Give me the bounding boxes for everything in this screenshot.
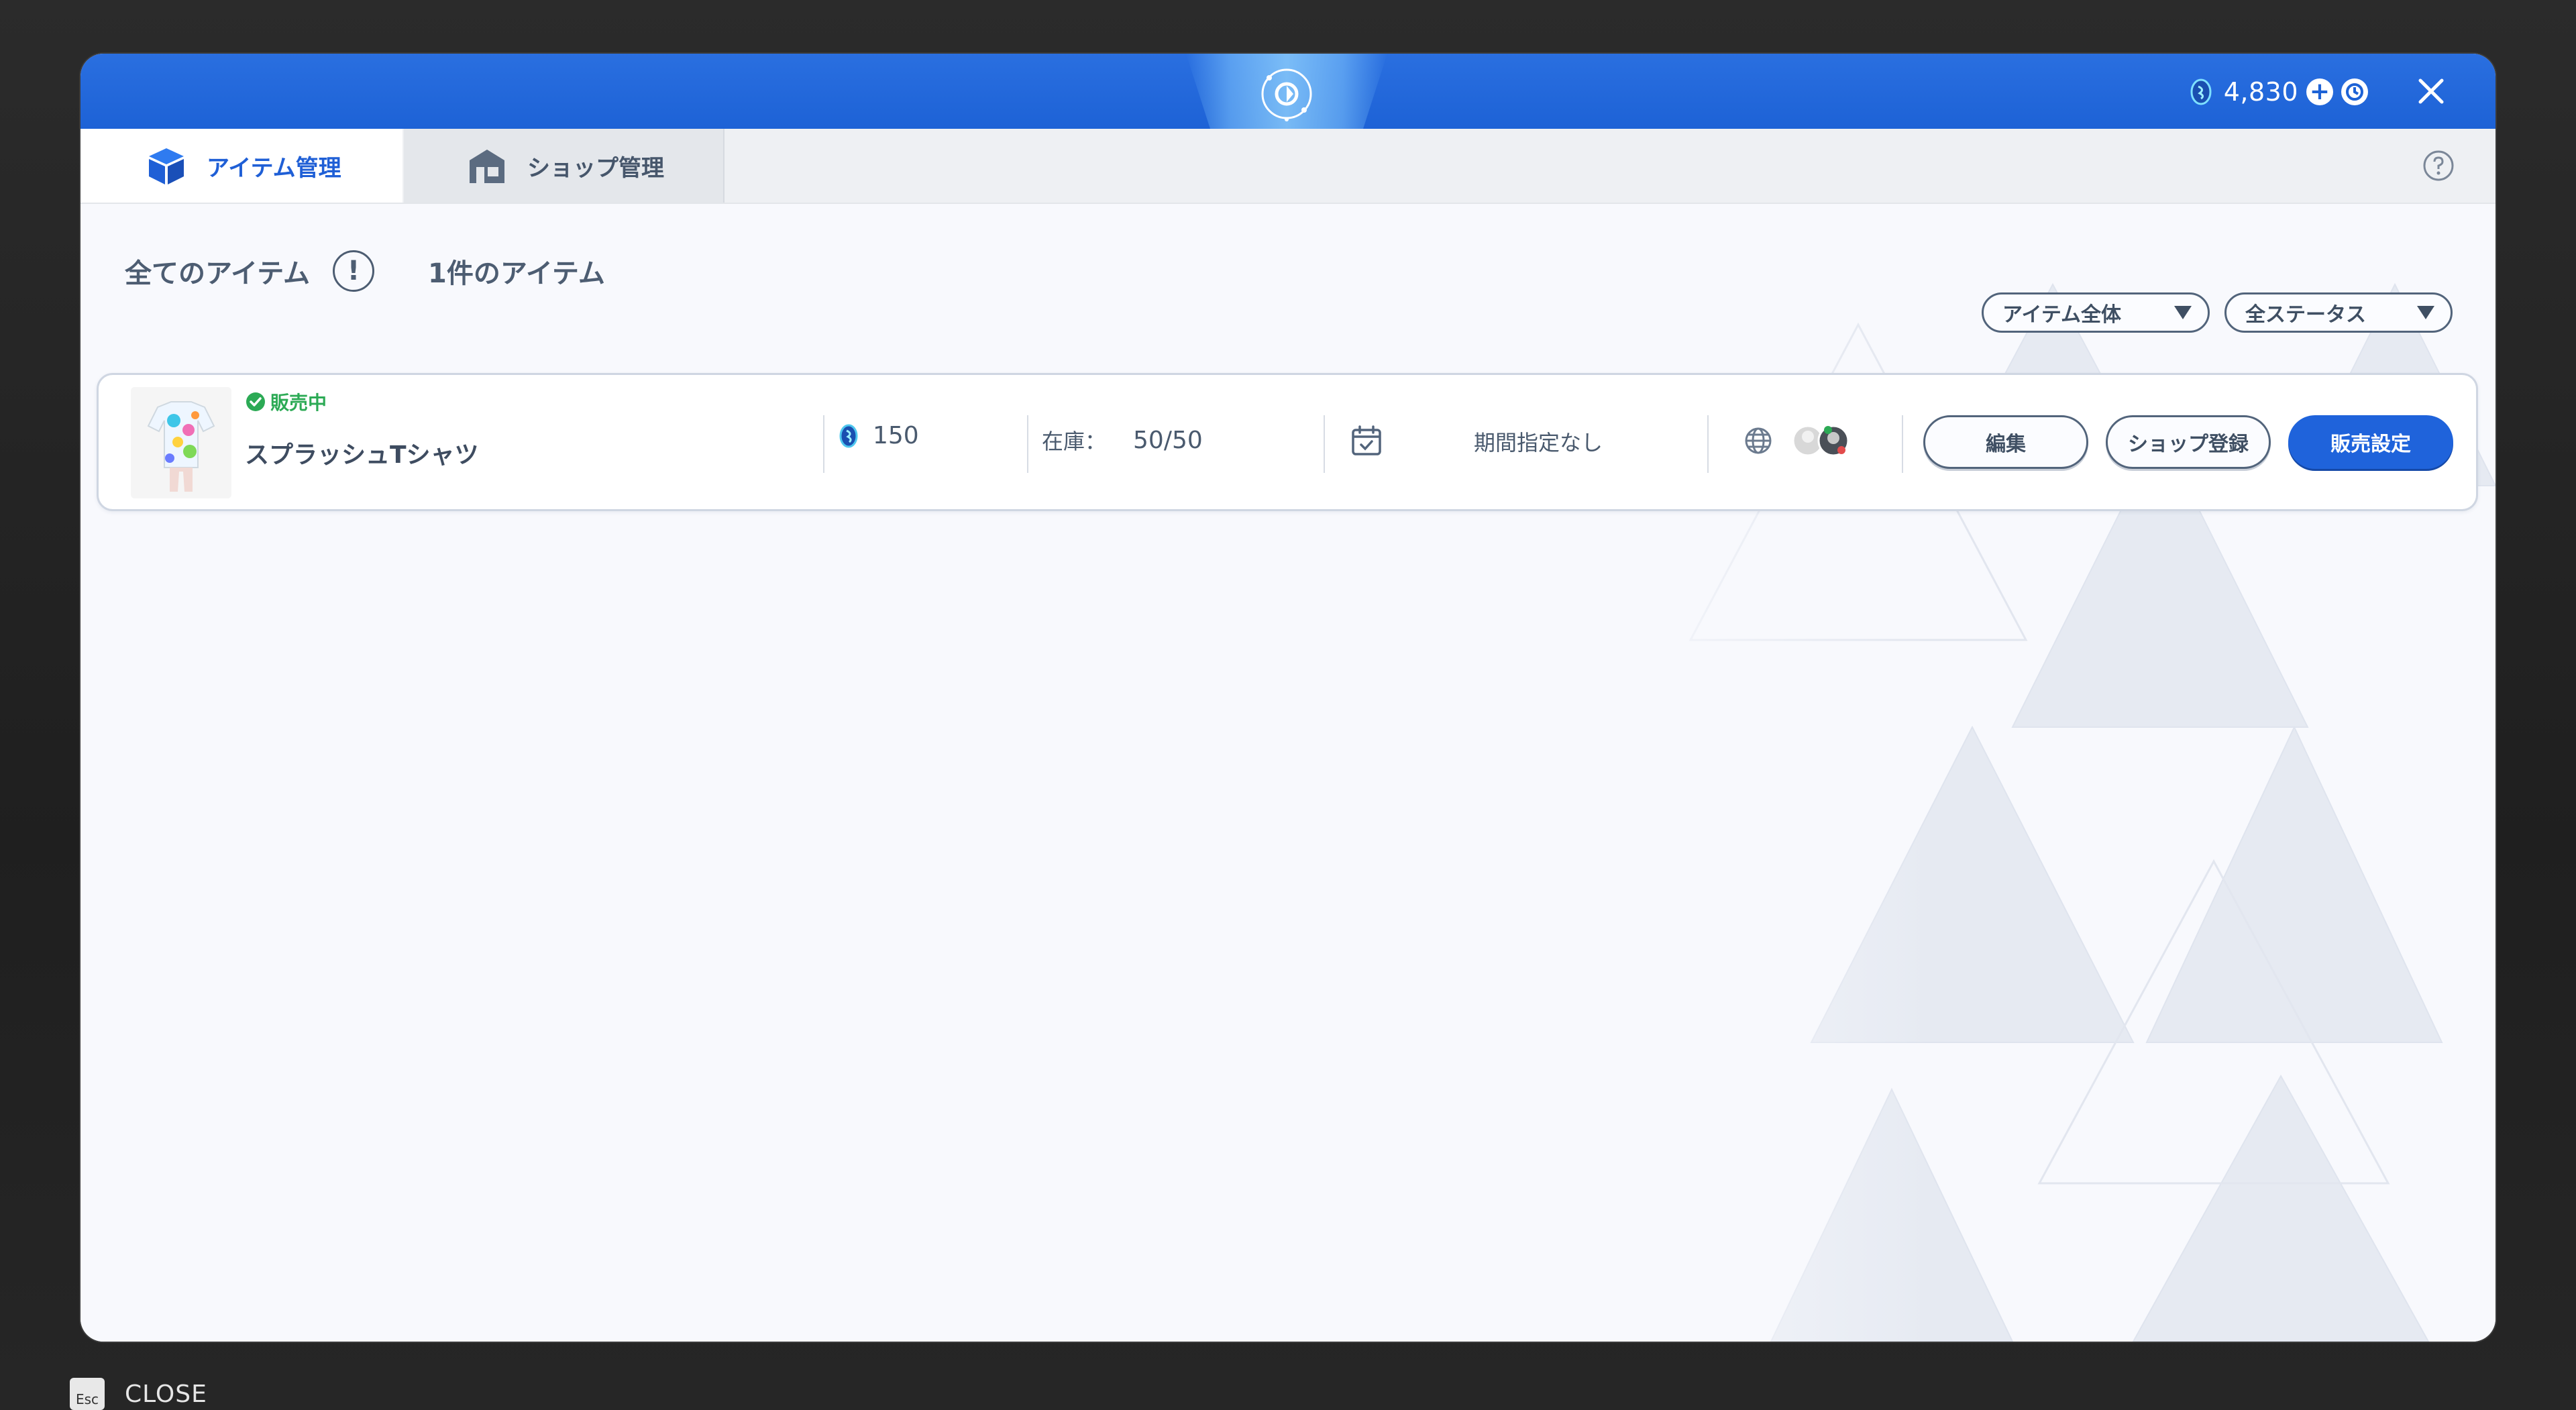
edit-button[interactable]: 編集 xyxy=(1923,415,2088,469)
coin-icon xyxy=(2190,78,2212,105)
currency-amount: 4,830 xyxy=(2223,77,2298,107)
divider xyxy=(1707,415,1709,473)
check-circle-icon xyxy=(246,392,265,411)
help-icon[interactable] xyxy=(2422,149,2455,182)
item-name: スプラッシュTシャツ xyxy=(245,441,479,469)
item-row[interactable]: 販売中 スプラッシュTシャツ 150 在庫： 50/50 期間指定なし 編集 シ… xyxy=(97,373,2478,511)
stock-value: 50/50 xyxy=(1133,426,1203,454)
calendar-icon xyxy=(1352,425,1381,455)
cube-icon xyxy=(149,148,184,184)
status-filter-dropdown[interactable]: 全ステータス xyxy=(2224,292,2453,333)
content-area: 全てのアイテム ! 1件のアイテム アイテム全体 全ステータス 販売中 スプラッ… xyxy=(80,204,2496,1342)
divider xyxy=(1324,415,1325,473)
currency-display: 4,830 + xyxy=(2186,74,2368,110)
close-icon[interactable] xyxy=(2414,74,2449,109)
chevron-down-icon xyxy=(2417,306,2434,319)
tab-label: アイテム管理 xyxy=(207,154,341,182)
item-management-window: 4,830 + アイテム管理 ショップ管理 全てのアイテム ! 1件のアイテム … xyxy=(80,54,2496,1342)
info-icon[interactable]: ! xyxy=(333,250,374,292)
divider xyxy=(1902,415,1903,473)
close-hint[interactable]: Esc CLOSE xyxy=(70,1378,207,1410)
close-label: CLOSE xyxy=(125,1380,207,1408)
price-value: 150 xyxy=(873,422,919,449)
item-stock: 在庫： 50/50 xyxy=(1042,425,1203,455)
tab-label: ショップ管理 xyxy=(527,154,664,182)
sale-settings-button[interactable]: 販売設定 xyxy=(2288,415,2453,469)
tab-shop-management[interactable]: ショップ管理 xyxy=(404,129,724,203)
coin-icon xyxy=(839,424,858,447)
globe-icon xyxy=(1745,427,1772,454)
title-bar: 4,830 + xyxy=(80,54,2496,129)
item-thumbnail xyxy=(131,387,231,498)
divider xyxy=(1027,415,1028,473)
item-price: 150 xyxy=(837,422,919,449)
esc-key: Esc xyxy=(70,1378,105,1410)
item-count: 1件のアイテム xyxy=(428,258,605,289)
add-currency-icon[interactable]: + xyxy=(2306,78,2333,105)
shop-register-button[interactable]: ショップ登録 xyxy=(2106,415,2271,469)
chevron-down-icon xyxy=(2174,306,2192,319)
status-badge: 販売中 xyxy=(245,388,327,415)
divider xyxy=(823,415,824,473)
status-filter-value: 全ステータス xyxy=(2245,303,2366,327)
tab-item-management[interactable]: アイテム管理 xyxy=(80,129,402,203)
category-filter-dropdown[interactable]: アイテム全体 xyxy=(1982,292,2210,333)
tab-bar: アイテム管理 ショップ管理 xyxy=(80,129,2496,204)
history-icon[interactable] xyxy=(2341,78,2368,105)
page-title: 全てのアイテム xyxy=(125,258,310,289)
sale-period: 期間指定なし xyxy=(1474,430,1603,455)
category-filter-value: アイテム全体 xyxy=(2002,303,2121,327)
stock-label: 在庫： xyxy=(1042,429,1107,454)
status-label: 販売中 xyxy=(270,392,327,414)
avatar-group xyxy=(1792,425,1849,457)
list-header: 全てのアイテム ! 1件のアイテム xyxy=(125,244,605,298)
shop-icon xyxy=(470,150,504,183)
app-logo-icon xyxy=(1261,68,1312,121)
